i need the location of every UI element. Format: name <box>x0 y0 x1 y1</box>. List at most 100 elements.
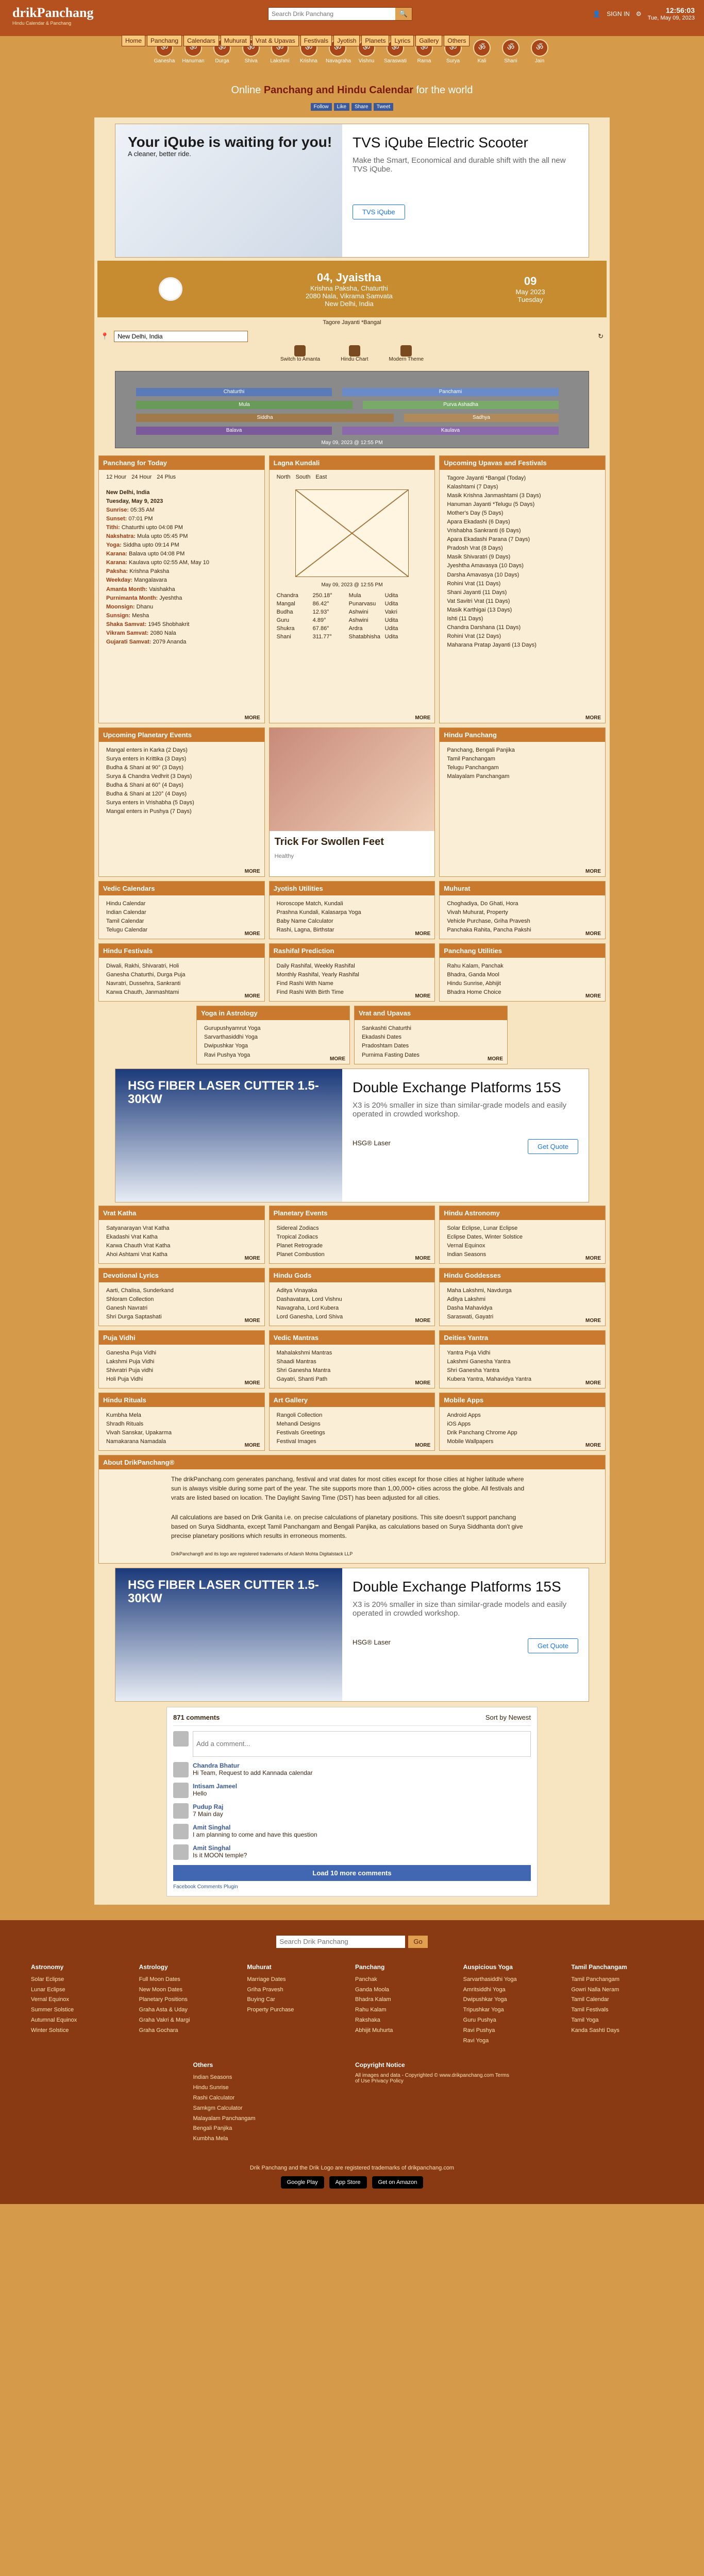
card-link[interactable]: Satyanarayan Vrat Katha <box>106 1224 257 1233</box>
settings-icon[interactable]: ⚙ <box>636 10 642 18</box>
festival-item[interactable]: Jyeshtha Amavasya (10 Days) <box>447 562 598 570</box>
festival-item[interactable]: Pradosh Vrat (8 Days) <box>447 544 598 553</box>
social-button[interactable]: Like <box>333 103 349 111</box>
card-link[interactable]: Prashna Kundali, Kalasarpa Yoga <box>277 908 428 917</box>
card-link[interactable]: Bhadra, Ganda Mool <box>447 971 598 979</box>
card-link[interactable]: Daily Rashifal, Weekly Rashifal <box>277 962 428 971</box>
footer-link[interactable]: Ravi Yoga <box>463 2036 565 2046</box>
card-link[interactable]: Rahu Kalam, Panchak <box>447 962 598 971</box>
more-link[interactable]: MORE <box>415 1443 430 1448</box>
card-link[interactable]: Baby Name Calculator <box>277 917 428 926</box>
card-link[interactable]: Solar Eclipse, Lunar Eclipse <box>447 1224 598 1233</box>
advertisement-scooter[interactable]: Your iQube is waiting for you! A cleaner,… <box>115 124 589 258</box>
more-link[interactable]: MORE <box>245 1318 260 1324</box>
footer-link[interactable]: Winter Solstice <box>31 2026 133 2036</box>
footer-link[interactable]: Buying Car <box>247 1995 349 2005</box>
view-option[interactable]: Modern Theme <box>389 345 424 369</box>
more-link[interactable]: MORE <box>245 931 260 937</box>
planetary-event[interactable]: Surya enters in Krittika (3 Days) <box>106 755 257 764</box>
planetary-event[interactable]: Budha & Shani at 120° (4 Days) <box>106 790 257 799</box>
footer-link[interactable]: Samkgm Calculator <box>193 2104 349 2114</box>
advertisement-laser-2[interactable]: HSG FIBER LASER CUTTER 1.5-30KW Double E… <box>115 1567 589 1702</box>
nav-item[interactable]: Vrat & Upavas <box>252 35 299 46</box>
card-link[interactable]: Rangoli Collection <box>277 1411 428 1420</box>
more-link[interactable]: MORE <box>415 1256 430 1261</box>
footer-link[interactable]: Tripushkar Yoga <box>463 2005 565 2015</box>
card-link[interactable]: Android Apps <box>447 1411 598 1420</box>
footer-link[interactable]: Panchak <box>355 1975 457 1985</box>
card-link[interactable]: Festivals Greetings <box>277 1429 428 1437</box>
card-link[interactable]: Karwa Chauth Vrat Katha <box>106 1242 257 1250</box>
card-link[interactable]: Festival Images <box>277 1437 428 1446</box>
festival-item[interactable]: Mother's Day (5 Days) <box>447 509 598 518</box>
ad-cta-button[interactable]: Get Quote <box>528 1139 578 1154</box>
nav-item[interactable]: Lyrics <box>391 35 414 46</box>
more-link[interactable]: MORE <box>585 931 601 937</box>
share-icon[interactable]: ↻ <box>598 332 604 341</box>
more-link[interactable]: MORE <box>245 1443 260 1448</box>
footer-search-button[interactable]: Go <box>408 1935 428 1948</box>
footer-link[interactable]: Tamil Yoga <box>571 2015 673 2026</box>
panchang-link[interactable]: Telugu Panchangam <box>447 764 598 772</box>
more-link[interactable]: MORE <box>245 715 260 721</box>
footer-link[interactable]: Amritsiddhi Yoga <box>463 1985 565 1995</box>
footer-link[interactable]: Graha Gochara <box>139 2026 241 2036</box>
footer-link[interactable]: Guru Pushya <box>463 2015 565 2026</box>
planetary-event[interactable]: Mangal enters in Pushya (7 Days) <box>106 807 257 816</box>
card-link[interactable]: Aditya Lakshmi <box>447 1295 598 1304</box>
card-link[interactable]: Indian Calendar <box>106 908 257 917</box>
footer-link[interactable]: Property Purchase <box>247 2005 349 2015</box>
deity-link[interactable]: ॐ Shani <box>499 39 523 81</box>
comment-author[interactable]: Amit Singhal <box>193 1844 247 1852</box>
footer-link[interactable]: Full Moon Dates <box>139 1975 241 1985</box>
footer-link[interactable]: Vernal Equinox <box>31 1995 133 2005</box>
card-link[interactable]: Sarvarthasiddhi Yoga <box>204 1033 342 1042</box>
more-link[interactable]: MORE <box>245 993 260 999</box>
social-button[interactable]: Tweet <box>373 103 394 111</box>
card-link[interactable]: Ekadashi Dates <box>362 1033 500 1042</box>
more-link[interactable]: MORE <box>488 1056 503 1062</box>
nav-item[interactable]: Muhurat <box>220 35 250 46</box>
more-link[interactable]: MORE <box>585 993 601 999</box>
footer-link[interactable]: Malayalam Panchangam <box>193 2114 349 2124</box>
footer-link[interactable]: Kanda Sashti Days <box>571 2026 673 2036</box>
card-link[interactable]: Find Rashi With Birth Time <box>277 988 428 997</box>
card-link[interactable]: Navagraha, Lord Kubera <box>277 1304 428 1313</box>
panchang-link[interactable]: Tamil Panchangam <box>447 755 598 764</box>
festival-item[interactable]: Kalashtami (7 Days) <box>447 483 598 492</box>
card-link[interactable]: Planet Retrograde <box>277 1242 428 1250</box>
card-link[interactable]: Kubera Yantra, Mahavidya Yantra <box>447 1375 598 1384</box>
footer-link[interactable]: Hindu Sunrise <box>193 2083 349 2093</box>
more-link[interactable]: MORE <box>585 1318 601 1324</box>
festival-item[interactable]: Masik Karthigai (13 Days) <box>447 606 598 615</box>
footer-link[interactable]: Marriage Dates <box>247 1975 349 1985</box>
card-link[interactable]: Ganesha Puja Vidhi <box>106 1349 257 1358</box>
app-store-badge[interactable]: Google Play <box>280 2176 324 2189</box>
festival-item[interactable]: Apara Ekadashi Parana (7 Days) <box>447 535 598 544</box>
planetary-event[interactable]: Mangal enters in Karka (2 Days) <box>106 746 257 755</box>
card-link[interactable]: Telugu Calendar <box>106 926 257 935</box>
festival-item[interactable]: Maharana Pratap Jayanti (13 Days) <box>447 641 598 650</box>
festival-item[interactable]: Darsha Amavasya (10 Days) <box>447 571 598 580</box>
nav-item[interactable]: Calendars <box>183 35 219 46</box>
festival-item[interactable]: Masik Shivaratri (9 Days) <box>447 553 598 562</box>
card-link[interactable]: Ekadashi Vrat Katha <box>106 1233 257 1242</box>
footer-link[interactable]: Tamil Festivals <box>571 2005 673 2015</box>
more-link[interactable]: MORE <box>330 1056 345 1062</box>
comment-input[interactable] <box>193 1731 531 1757</box>
footer-link[interactable]: Graha Asta & Uday <box>139 2005 241 2015</box>
footer-search-input[interactable] <box>276 1935 406 1948</box>
chart-style-tab[interactable]: East <box>315 474 327 480</box>
festival-item[interactable]: Vat Savitri Vrat (11 Days) <box>447 597 598 606</box>
card-link[interactable]: Aarti, Chalisa, Sunderkand <box>106 1286 257 1295</box>
festival-item[interactable]: Rohini Vrat (11 Days) <box>447 580 598 588</box>
card-link[interactable]: Tamil Calendar <box>106 917 257 926</box>
nav-item[interactable]: Home <box>122 35 146 46</box>
social-button[interactable]: Follow <box>310 103 332 111</box>
festival-item[interactable]: Rohini Vrat (12 Days) <box>447 632 598 641</box>
nav-item[interactable]: Festivals <box>300 35 332 46</box>
footer-link[interactable]: Kumbha Mela <box>193 2134 349 2144</box>
footer-link[interactable]: Ravi Pushya <box>463 2026 565 2036</box>
card-link[interactable]: Horoscope Match, Kundali <box>277 900 428 908</box>
time-format-tab[interactable]: 24 Hour <box>131 474 152 480</box>
